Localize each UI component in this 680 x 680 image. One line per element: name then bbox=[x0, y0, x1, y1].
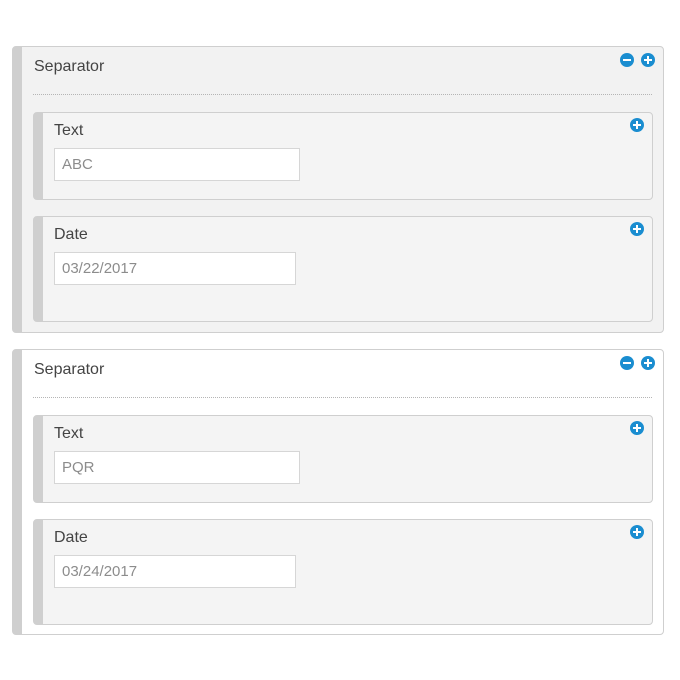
text-field-add bbox=[630, 118, 644, 132]
add-text-button[interactable] bbox=[630, 118, 644, 132]
text-input[interactable] bbox=[54, 148, 300, 181]
text-field-label: Text bbox=[54, 122, 84, 139]
date-field-label: Date bbox=[54, 226, 88, 243]
add-section-button[interactable] bbox=[641, 356, 655, 370]
date-field-add bbox=[630, 525, 644, 539]
remove-section-button[interactable] bbox=[620, 53, 634, 67]
date-input[interactable] bbox=[54, 252, 296, 285]
text-field-label: Text bbox=[54, 425, 84, 442]
date-field-label: Date bbox=[54, 529, 88, 546]
date-field-panel: Date bbox=[33, 519, 653, 625]
separator-section-1: Separator Text Date bbox=[12, 46, 664, 333]
add-date-button[interactable] bbox=[630, 525, 644, 539]
minus-circle-icon bbox=[623, 362, 631, 364]
date-field-add bbox=[630, 222, 644, 236]
section-title: Separator bbox=[34, 58, 105, 75]
section-controls bbox=[620, 356, 655, 370]
text-field-add bbox=[630, 421, 644, 435]
text-input[interactable] bbox=[54, 451, 300, 484]
separator-section-2: Separator Text Date bbox=[12, 349, 664, 635]
date-input[interactable] bbox=[54, 555, 296, 588]
dotted-divider bbox=[33, 397, 652, 398]
remove-section-button[interactable] bbox=[620, 356, 634, 370]
add-text-button[interactable] bbox=[630, 421, 644, 435]
text-field-panel: Text bbox=[33, 415, 653, 503]
add-section-button[interactable] bbox=[641, 53, 655, 67]
date-field-panel: Date bbox=[33, 216, 653, 322]
dotted-divider bbox=[33, 94, 652, 95]
text-field-panel: Text bbox=[33, 112, 653, 200]
section-title: Separator bbox=[34, 361, 105, 378]
minus-circle-icon bbox=[623, 59, 631, 61]
section-controls bbox=[620, 53, 655, 67]
add-date-button[interactable] bbox=[630, 222, 644, 236]
